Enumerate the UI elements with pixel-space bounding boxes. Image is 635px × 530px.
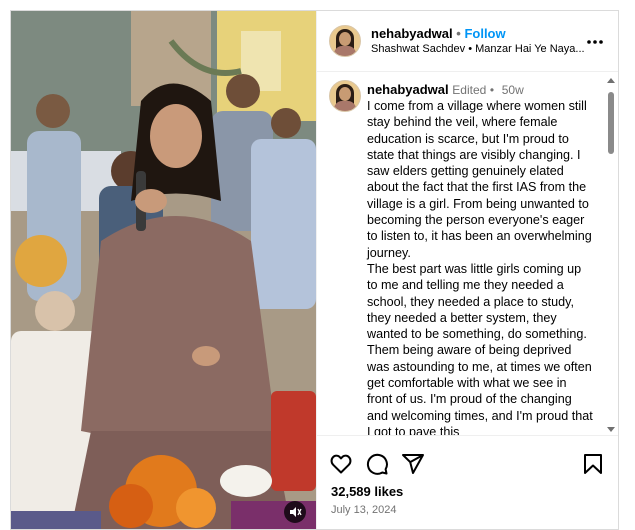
caption-age[interactable]: 50w xyxy=(502,83,524,97)
caption-text: I come from a village where women still … xyxy=(367,99,593,435)
scroll-down-arrow[interactable] xyxy=(607,427,615,432)
likes-count[interactable]: 32,589 likes xyxy=(331,484,403,499)
scrollbar[interactable] xyxy=(606,78,616,432)
avatar[interactable] xyxy=(329,25,361,57)
post-image[interactable] xyxy=(11,11,316,529)
photo-illustration xyxy=(11,11,316,529)
follow-button[interactable]: Follow xyxy=(464,26,505,41)
heart-icon[interactable] xyxy=(329,452,353,481)
comments-area[interactable]: nehabyadwal Edited • 50w I come from a v… xyxy=(317,72,618,435)
audio-link[interactable]: Shashwat Sachdev • Manzar Hai Ye Naya... xyxy=(371,43,585,55)
caption-avatar[interactable] xyxy=(329,80,361,112)
caption-edited: Edited xyxy=(452,83,487,97)
post-date[interactable]: July 13, 2024 xyxy=(331,504,396,516)
post-side-panel: nehabyadwal • Follow Shashwat Sachdev • … xyxy=(316,11,618,529)
header-separator: • xyxy=(456,26,461,41)
bookmark-icon[interactable] xyxy=(581,452,605,481)
caption-separator: • xyxy=(489,83,495,97)
header-line: nehabyadwal • Follow xyxy=(371,26,506,41)
post-header: nehabyadwal • Follow Shashwat Sachdev • … xyxy=(317,11,618,72)
header-username[interactable]: nehabyadwal xyxy=(371,26,453,41)
caption-username[interactable]: nehabyadwal xyxy=(367,82,449,97)
post-actions: 32,589 likes July 13, 2024 xyxy=(317,435,618,529)
mute-icon[interactable] xyxy=(284,501,306,523)
comment-icon[interactable] xyxy=(365,452,389,481)
scrollbar-thumb[interactable] xyxy=(608,92,614,154)
caption-header: nehabyadwal Edited • 50w xyxy=(367,82,524,97)
post-container: nehabyadwal • Follow Shashwat Sachdev • … xyxy=(10,10,619,530)
scroll-up-arrow[interactable] xyxy=(607,78,615,83)
share-icon[interactable] xyxy=(401,452,425,481)
more-icon[interactable] xyxy=(587,29,603,50)
